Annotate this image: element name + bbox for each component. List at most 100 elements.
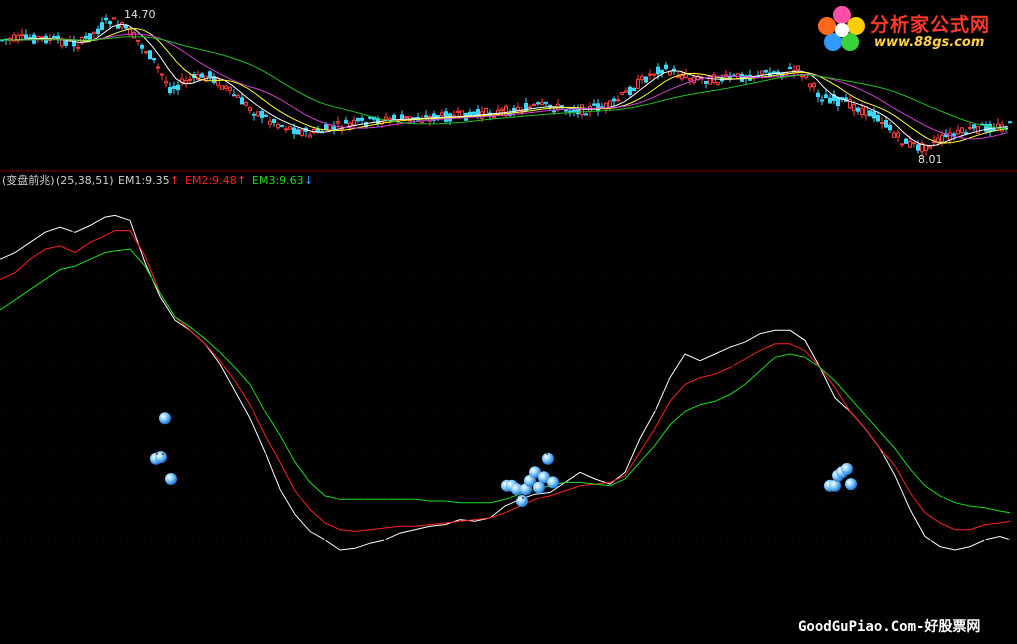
candle-body: [976, 125, 980, 134]
candle-body: [968, 127, 972, 129]
candle-body: [284, 128, 288, 131]
candle-body: [852, 104, 856, 112]
candle-body: [268, 120, 272, 125]
candle-body: [324, 124, 328, 131]
candle-body: [200, 73, 204, 78]
candle-body: [908, 140, 912, 148]
candle-body: [224, 85, 228, 89]
candle-body: [308, 134, 312, 138]
candle-body: [472, 111, 476, 115]
signal-marker: [165, 473, 177, 485]
candle-body: [796, 65, 800, 71]
legend-em2: EM2:9.48: [185, 174, 237, 187]
candle-body: [772, 71, 776, 74]
candle-body: [352, 119, 356, 126]
candle-body: [612, 98, 616, 102]
candle-body: [108, 21, 112, 25]
candle-body: [884, 120, 888, 128]
candle-body: [76, 46, 80, 49]
signal-marker: [547, 476, 559, 489]
candle-body: [824, 94, 828, 99]
candle-body: [596, 103, 600, 112]
candle-body: [244, 102, 248, 106]
candle-body: [300, 129, 304, 136]
candle-body: [328, 124, 332, 131]
candle-body: [764, 70, 768, 73]
signal-marker: [516, 495, 528, 507]
candle-body: [552, 110, 556, 113]
signal-marker: [533, 481, 545, 494]
candle-body: [164, 80, 168, 84]
site-logo: 分析家公式网 www.88gs.com: [812, 2, 1012, 56]
candle-body: [292, 127, 296, 134]
candle-body: [176, 84, 180, 91]
candle-body: [628, 86, 632, 96]
candle-body: [64, 40, 68, 46]
candle-body: [368, 116, 372, 119]
candle-body: [156, 66, 160, 69]
candle-body: [820, 99, 824, 102]
candle-body: [392, 114, 396, 120]
candle-body: [960, 127, 964, 134]
candle-body: [228, 86, 232, 91]
low-price-label: 8.01: [918, 153, 943, 166]
candle-body: [344, 119, 348, 124]
candle-body: [652, 73, 656, 76]
candle-body: [992, 128, 996, 131]
candle-body: [148, 50, 152, 60]
candle-body: [184, 80, 188, 84]
watermark-text: GoodGuPiao.Com-好股票网: [798, 619, 981, 635]
candle-body: [144, 51, 148, 54]
candle-body: [168, 87, 172, 94]
candle-body: [952, 133, 956, 136]
candle-body: [904, 138, 908, 144]
candle-body: [376, 117, 380, 124]
candle-body: [440, 112, 444, 117]
candle-body: [280, 124, 284, 127]
candle-body: [668, 71, 672, 76]
candle-body: [492, 116, 496, 118]
candle-body: [656, 66, 660, 75]
candle-body: [620, 92, 624, 95]
candle-body: [264, 114, 268, 117]
candle-body: [676, 75, 680, 78]
signal-marker: [829, 479, 841, 492]
candle-body: [232, 94, 236, 97]
candle-body: [636, 78, 640, 89]
candle-body: [532, 103, 536, 107]
candle-body: [584, 113, 588, 116]
flower-logo-icon: [818, 6, 865, 51]
candle-body: [152, 58, 156, 61]
candle-body: [972, 124, 976, 129]
signal-marker: [845, 478, 857, 491]
candle-body: [1008, 121, 1012, 124]
logo-text: 分析家公式网: [870, 14, 991, 36]
signal-marker: [155, 451, 167, 464]
candle-body: [1000, 124, 1004, 132]
high-price-label: 14.70: [124, 8, 156, 21]
candle-body: [800, 75, 804, 78]
candle-body: [860, 108, 864, 116]
candle-body: [188, 78, 192, 81]
logo-url: www.88gs.com: [874, 35, 985, 50]
candle-body: [716, 81, 720, 85]
candle-body: [52, 36, 56, 38]
candle-body: [644, 76, 648, 83]
candle-body: [348, 122, 352, 127]
candle-body: [356, 117, 360, 122]
candle-body: [216, 78, 220, 86]
candle-body: [252, 113, 256, 116]
candle-body: [272, 118, 276, 124]
candle-body: [248, 107, 252, 111]
candle-body: [564, 109, 568, 112]
candle-body: [384, 116, 388, 120]
candle-body: [336, 121, 340, 124]
candle-body: [828, 97, 832, 104]
candle-body: [892, 132, 896, 138]
candle-body: [296, 129, 300, 135]
candle-body: [936, 137, 940, 143]
legend-em3: EM3:9.63: [252, 174, 304, 187]
candle-body: [516, 106, 520, 111]
candle-body: [940, 134, 944, 143]
candle-body: [456, 110, 460, 113]
